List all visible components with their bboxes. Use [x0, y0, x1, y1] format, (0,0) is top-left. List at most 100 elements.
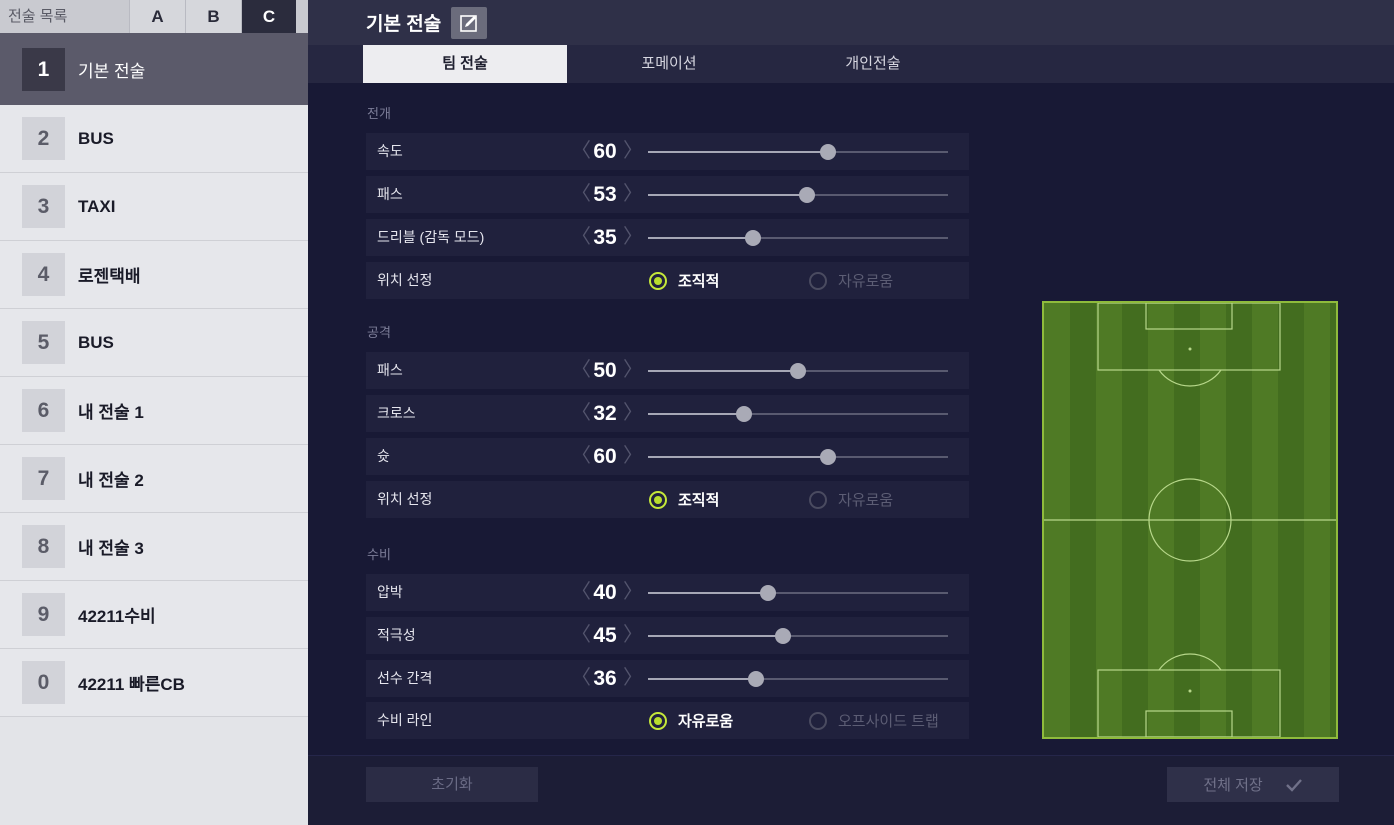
increase-arrow-icon[interactable]: 〉 [623, 617, 643, 654]
tactic-label: BUS [78, 128, 114, 148]
tactic-item[interactable]: 8 내 전술 3 [0, 513, 308, 581]
increase-arrow-icon[interactable]: 〉 [623, 352, 643, 389]
increase-arrow-icon[interactable]: 〉 [623, 176, 643, 213]
slider-label: 크로스 [377, 405, 416, 421]
edit-name-button[interactable] [451, 6, 488, 39]
slider-fill [648, 635, 783, 637]
save-all-button[interactable]: 전체 저장 [1167, 767, 1339, 802]
radio-row: 위치 선정 조직적 자유로움 [366, 262, 969, 299]
slider-value: 36 [593, 667, 617, 690]
slider-track[interactable] [648, 628, 948, 644]
increase-arrow-icon[interactable]: 〉 [623, 438, 643, 475]
preset-tab-c[interactable]: C [241, 0, 296, 33]
slider-label: 적극성 [377, 627, 416, 643]
tactic-label: BUS [78, 332, 114, 352]
tactic-item[interactable]: 7 내 전술 2 [0, 445, 308, 513]
slider-value: 32 [593, 402, 617, 425]
tactic-item[interactable]: 0 42211 빠른CB [0, 649, 308, 717]
tactic-item[interactable]: 3 TAXI [0, 173, 308, 241]
radio-row-label: 수비 라인 [377, 712, 433, 728]
increase-arrow-icon[interactable]: 〉 [623, 133, 643, 170]
radio-option[interactable]: 자유로움 [649, 702, 733, 739]
tactic-item[interactable]: 4 로젠택배 [0, 241, 308, 309]
increase-arrow-icon[interactable]: 〉 [623, 574, 643, 611]
slider-handle[interactable] [775, 628, 791, 644]
page-title: 기본 전술 [366, 14, 442, 35]
slider-handle[interactable] [820, 144, 836, 160]
increase-arrow-icon[interactable]: 〉 [623, 219, 643, 256]
main-header: 기본 전술 [308, 0, 1394, 45]
radio-option-label: 자유로움 [838, 273, 894, 290]
preset-tab-a[interactable]: A [129, 0, 185, 33]
tactic-list: 1 기본 전술 2 BUS 3 TAXI 4 로젠택배 5 BUS 6 내 전술 1 7 내 … [0, 33, 308, 717]
tactic-label: 42211수비 [78, 607, 156, 626]
radio-unselected-icon [809, 490, 827, 509]
radio-option-label: 조직적 [678, 492, 720, 509]
slider-row: 드리블 (감독 모드) 〈 35 〉 [366, 219, 969, 256]
slider-row: 크로스 〈 32 〉 [366, 395, 969, 432]
radio-option[interactable]: 조직적 [649, 481, 719, 518]
tactic-number: 0 [22, 661, 65, 704]
tactic-item[interactable]: 1 기본 전술 [0, 33, 308, 105]
slider-value: 35 [593, 226, 617, 249]
slider-fill [648, 456, 828, 458]
slider-track[interactable] [648, 585, 948, 601]
tactic-item[interactable]: 2 BUS [0, 105, 308, 173]
radio-row: 위치 선정 조직적 자유로움 [366, 481, 969, 518]
radio-option[interactable]: 오프사이드 트랩 [809, 702, 939, 739]
slider-handle[interactable] [736, 406, 752, 422]
slider-row: 적극성 〈 45 〉 [366, 617, 969, 654]
slider-fill [648, 194, 807, 196]
slider-fill [648, 592, 768, 594]
tab-individual-tactics[interactable]: 개인전술 [771, 45, 975, 83]
radio-option[interactable]: 자유로움 [809, 262, 893, 299]
radio-selected-icon [649, 490, 667, 509]
radio-selected-icon [649, 271, 667, 290]
tab-team-tactics[interactable]: 팀 전술 [363, 45, 567, 83]
slider-label: 선수 간격 [377, 670, 433, 686]
slider-handle[interactable] [790, 363, 806, 379]
slider-handle[interactable] [820, 449, 836, 465]
tactic-sidebar: 전술 목록 A B C 1 기본 전술 2 BUS 3 TAXI 4 로젠택배 5 BUS… [0, 0, 308, 825]
slider-handle[interactable] [760, 585, 776, 601]
slider-fill [648, 370, 798, 372]
tactic-number: 5 [22, 321, 65, 364]
slider-row: 속도 〈 60 〉 [366, 133, 969, 170]
tactic-label: 내 전술 3 [78, 539, 144, 558]
slider-track[interactable] [648, 406, 948, 422]
section-title-defense: 수비 [367, 547, 391, 562]
slider-track[interactable] [648, 671, 948, 687]
radio-option[interactable]: 자유로움 [809, 481, 893, 518]
slider-track[interactable] [648, 144, 948, 160]
slider-label: 드리블 (감독 모드) [377, 229, 485, 245]
pitch-diagram [1042, 301, 1338, 739]
slider-label: 슛 [377, 448, 390, 464]
tactic-item[interactable]: 5 BUS [0, 309, 308, 377]
pitch-markings [1044, 303, 1336, 737]
section-title-attack: 공격 [367, 325, 391, 340]
slider-handle[interactable] [745, 230, 761, 246]
slider-fill [648, 413, 744, 415]
radio-unselected-icon [809, 271, 827, 290]
slider-handle[interactable] [748, 671, 764, 687]
radio-unselected-icon [809, 711, 827, 730]
slider-track[interactable] [648, 187, 948, 203]
tactic-item[interactable]: 9 42211수비 [0, 581, 308, 649]
tactic-item[interactable]: 6 내 전술 1 [0, 377, 308, 445]
slider-track[interactable] [648, 363, 948, 379]
radio-option[interactable]: 조직적 [649, 262, 719, 299]
tab-formation[interactable]: 포메이션 [567, 45, 771, 83]
increase-arrow-icon[interactable]: 〉 [623, 660, 643, 697]
preset-tab-b[interactable]: B [185, 0, 241, 33]
radio-row-label: 위치 선정 [377, 272, 433, 288]
slider-track[interactable] [648, 230, 948, 246]
slider-track[interactable] [648, 449, 948, 465]
slider-handle[interactable] [799, 187, 815, 203]
reset-button[interactable]: 초기화 [366, 767, 538, 802]
slider-value: 45 [593, 624, 617, 647]
tactic-number: 2 [22, 117, 65, 160]
increase-arrow-icon[interactable]: 〉 [623, 395, 643, 432]
slider-fill [648, 151, 828, 153]
radio-option-label: 자유로움 [838, 492, 894, 509]
sidebar-header: 전술 목록 A B C [0, 0, 308, 33]
